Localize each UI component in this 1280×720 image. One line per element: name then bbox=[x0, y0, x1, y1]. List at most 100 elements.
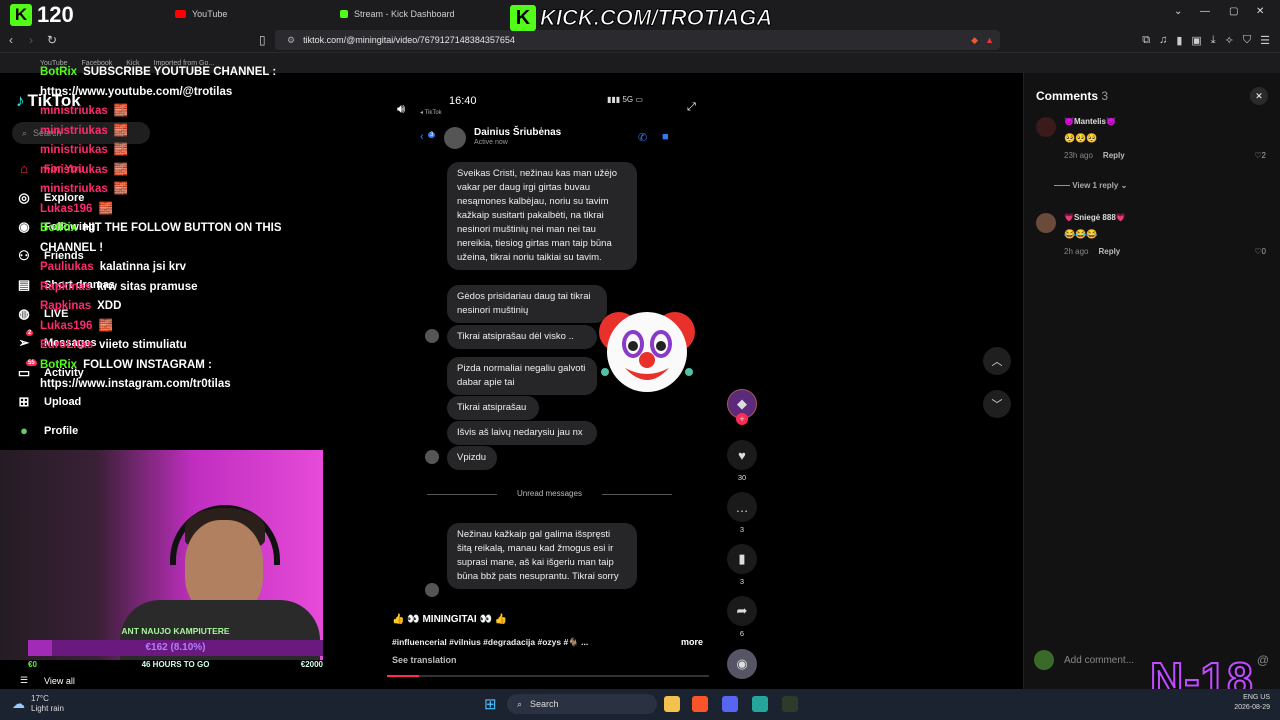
comment-like-button[interactable]: ♡2 bbox=[1254, 151, 1266, 160]
chat-back-icon: ‹ bbox=[420, 131, 424, 143]
file-explorer-icon[interactable] bbox=[664, 696, 680, 712]
leo-ai-icon[interactable]: ✧ bbox=[1225, 34, 1234, 47]
chat-message: Vpizdu bbox=[447, 446, 497, 470]
phone-status: ▮▮▮ 5G ▭ bbox=[607, 95, 643, 104]
view-replies-button[interactable]: —— View 1 reply ⌄ bbox=[1054, 181, 1127, 190]
chat-text: 🧱 bbox=[98, 319, 113, 332]
reply-button[interactable]: Reply bbox=[1098, 247, 1120, 256]
media-icon[interactable]: ♫ bbox=[1159, 34, 1167, 47]
next-video-button[interactable]: ﹀ bbox=[983, 390, 1011, 418]
chat-message-line: ministriukas 🧱 bbox=[40, 161, 340, 181]
wallet-icon[interactable]: ▣ bbox=[1191, 34, 1201, 47]
cloud-rain-icon: ☁ bbox=[12, 696, 25, 711]
back-icon[interactable]: ‹ bbox=[9, 33, 13, 47]
share-button[interactable]: ➦ 6 bbox=[726, 596, 758, 638]
video-player[interactable]: 🔊︎ ⤢ 16:40 ◂ TikTok ▮▮▮ 5G ▭ ‹ 3 Dainius… bbox=[387, 87, 709, 677]
comment-like-button[interactable]: ♡0 bbox=[1254, 247, 1266, 256]
chat-text: viieto stimuliatu bbox=[99, 339, 187, 351]
comment-meta: 2h ago Reply bbox=[1064, 247, 1121, 256]
bookmark-icon[interactable]: ▯ bbox=[259, 33, 266, 47]
download-icon[interactable]: ⤓ bbox=[1211, 34, 1216, 47]
sidebar-item-upload[interactable]: ⊞ Upload bbox=[16, 394, 82, 410]
chat-text: XDD bbox=[97, 300, 122, 312]
sidebar-item-profile[interactable]: ● Profile bbox=[16, 423, 78, 438]
video-call-icon: ■ bbox=[662, 131, 669, 143]
chat-message-line: Rapkinas XDD bbox=[40, 297, 340, 317]
volume-icon[interactable]: 🔊︎ bbox=[397, 101, 405, 117]
see-translation-link[interactable]: See translation bbox=[392, 655, 457, 665]
app-icon[interactable] bbox=[752, 696, 768, 712]
youtube-icon bbox=[175, 10, 186, 18]
stream-chat-overlay: BotRix SUBSCRIBE YOUTUBE CHANNEL : https:… bbox=[40, 63, 340, 395]
tab-youtube[interactable]: YouTube bbox=[175, 4, 227, 24]
sound-button[interactable]: ◉ bbox=[726, 649, 758, 682]
weather-widget[interactable]: ☁ 17°C Light rain bbox=[12, 694, 64, 714]
donation-goal-footer: €0 46 HOURS TO GO €2000 bbox=[28, 660, 323, 670]
follow-plus-icon[interactable]: + bbox=[736, 413, 748, 425]
like-button[interactable]: ♥ 30 bbox=[726, 440, 758, 482]
fullscreen-icon[interactable]: ⤢ bbox=[687, 101, 696, 114]
list-icon: ☰ bbox=[19, 675, 29, 685]
reply-button[interactable]: Reply bbox=[1103, 151, 1125, 160]
view-all-link[interactable]: ☰ View all bbox=[16, 675, 75, 686]
comment-button[interactable]: … 3 bbox=[726, 492, 758, 534]
chat-message-line: BotRix SUBSCRIBE YOUTUBE CHANNEL : https:… bbox=[40, 63, 340, 102]
vpn-icon[interactable]: ⛉ bbox=[1243, 34, 1251, 47]
unread-divider: Unread messages bbox=[427, 489, 672, 498]
video-author[interactable]: 👍 👀 MININGITAI 👀 👍 bbox=[392, 614, 507, 625]
friends-icon: ⚇ bbox=[18, 248, 30, 263]
chevron-down-icon: ﹀ bbox=[991, 399, 1003, 411]
caption-more-link[interactable]: more bbox=[681, 637, 703, 647]
commenter-avatar[interactable] bbox=[1036, 117, 1056, 137]
save-button[interactable]: ▮ 3 bbox=[726, 544, 758, 586]
commenter-avatar[interactable] bbox=[1036, 213, 1056, 233]
plus-square-icon: ⊞ bbox=[18, 394, 30, 409]
tray-date[interactable]: 2026-08-29 bbox=[1234, 704, 1270, 711]
mention-icon[interactable]: @ bbox=[1257, 653, 1269, 667]
commenter-name[interactable]: 😈Mantelis😈 bbox=[1064, 117, 1116, 126]
forward-icon[interactable]: › bbox=[29, 33, 33, 47]
brave-icon[interactable] bbox=[692, 696, 708, 712]
phone-time: 16:40 bbox=[449, 95, 477, 107]
close-window-icon[interactable]: ✕ bbox=[1256, 6, 1264, 17]
contact-avatar bbox=[444, 127, 466, 149]
comment-meta: 23h ago Reply bbox=[1064, 151, 1125, 160]
messages-badge: 2 bbox=[26, 330, 34, 336]
discord-icon[interactable] bbox=[722, 696, 738, 712]
previous-video-button[interactable]: ︿ bbox=[983, 347, 1011, 375]
chat-message-line: Rapkinas krw sitas pramuse bbox=[40, 278, 340, 298]
taskbar-search[interactable]: ⌕ Search bbox=[507, 694, 657, 714]
obs-icon[interactable] bbox=[782, 696, 798, 712]
url-input[interactable]: ⚙ tiktok.com/@miningitai/video/767912714… bbox=[275, 30, 1000, 50]
chat-text: 🧱 bbox=[113, 163, 129, 176]
tab-list-icon[interactable]: ⌄ bbox=[1174, 6, 1182, 17]
tray-lang[interactable]: ENG US bbox=[1243, 694, 1270, 701]
minimize-icon[interactable]: — bbox=[1200, 6, 1210, 17]
chat-username: ministriukas bbox=[40, 144, 108, 156]
sidebar-icon[interactable]: ▮ bbox=[1176, 34, 1182, 47]
video-hashtags[interactable]: #influencerial #vilnius #degradacija #oz… bbox=[392, 637, 612, 648]
chat-username: BotRix bbox=[40, 358, 78, 371]
chat-username: Rapkinas bbox=[40, 280, 92, 293]
phone-back-link: ◂ TikTok bbox=[420, 110, 442, 116]
maximize-icon[interactable]: ▢ bbox=[1229, 6, 1238, 17]
reload-icon[interactable]: ↻ bbox=[47, 33, 57, 47]
brave-shield-icon[interactable]: ◆ bbox=[971, 35, 978, 46]
rewards-icon[interactable]: ▲ bbox=[985, 35, 994, 45]
tab-kick-dashboard[interactable]: Stream - Kick Dashboard bbox=[340, 4, 455, 24]
site-info-icon[interactable]: ⚙ bbox=[287, 35, 295, 46]
comment-text: 😂😂😂 bbox=[1064, 229, 1098, 239]
video-progress-bar[interactable] bbox=[387, 675, 709, 677]
windows-start-icon[interactable]: ⊞ bbox=[484, 695, 497, 713]
chat-message-line: ministriukas 🧱 bbox=[40, 122, 340, 142]
comments-panel: Comments 3 ✕ 😈Mantelis😈 🥺🥺🥺 23h ago Reply… bbox=[1023, 73, 1280, 689]
activity-badge: 55 bbox=[26, 360, 37, 366]
commenter-name[interactable]: 💗Sniegė 888💗 bbox=[1064, 213, 1126, 222]
extensions-icon[interactable]: ⧉ bbox=[1142, 34, 1150, 47]
creator-avatar-button[interactable]: ◆ + bbox=[726, 389, 758, 425]
menu-icon[interactable]: ☰ bbox=[1260, 34, 1270, 47]
close-comments-button[interactable]: ✕ bbox=[1250, 87, 1268, 105]
chat-text: krw sitas pramuse bbox=[97, 280, 198, 293]
chat-message: Išvis aš laivų nedarysiu jau nx bbox=[447, 421, 597, 445]
user-avatar bbox=[1034, 650, 1054, 670]
